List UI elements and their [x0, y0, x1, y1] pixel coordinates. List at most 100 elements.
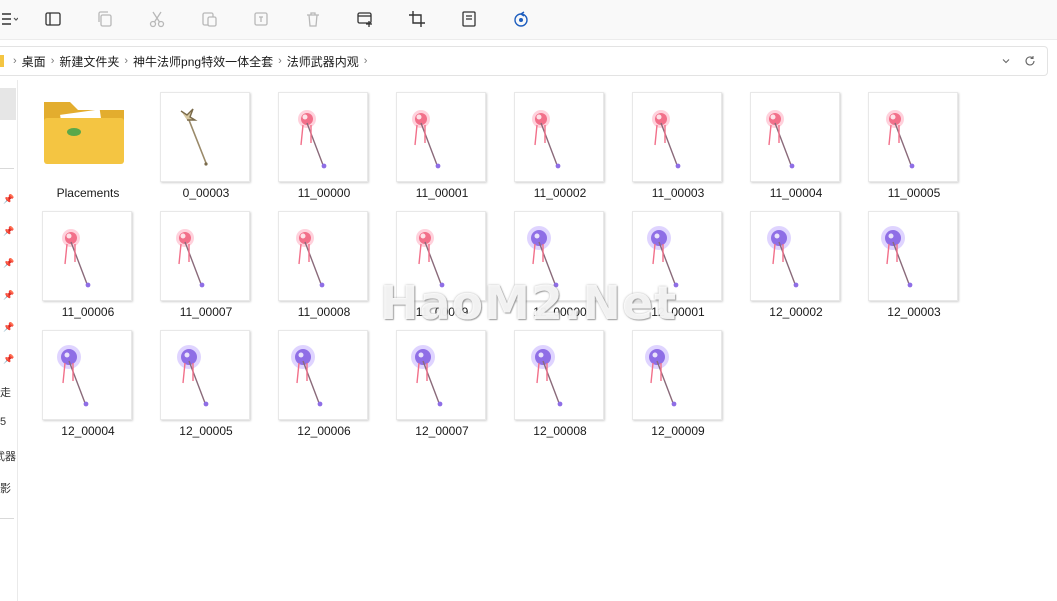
delete-button[interactable]	[298, 6, 328, 32]
file-name-label: 12_00002	[769, 305, 823, 319]
file-name-label: 12_00005	[179, 424, 233, 438]
file-name-label: 11_00000	[297, 186, 351, 200]
menu-icon	[2, 13, 18, 25]
pin-icon: 📌	[3, 354, 15, 364]
image-thumbnail	[396, 92, 486, 182]
image-thumbnail	[632, 92, 722, 182]
image-file-item[interactable]: 12_00002	[744, 199, 848, 319]
file-name-label: 11_00007	[179, 305, 233, 319]
image-file-item[interactable]: 12_00008	[508, 318, 612, 438]
rotate-button[interactable]	[506, 6, 536, 32]
nav-divider	[0, 168, 14, 169]
pin-icon: 📌	[3, 322, 15, 332]
pin-icon: 📌	[3, 290, 15, 300]
rename-icon	[254, 12, 268, 26]
menu-button[interactable]	[0, 6, 24, 32]
rename-button[interactable]	[246, 6, 276, 32]
chevron-right-icon: ›	[50, 55, 55, 67]
nav-item-label[interactable]: 5	[0, 416, 16, 428]
breadcrumb-item-desktop[interactable]: 桌面	[22, 53, 46, 70]
image-file-item[interactable]: 11_00006	[36, 199, 140, 319]
nav-item-label[interactable]: 走	[0, 384, 16, 400]
copy-icon	[98, 11, 112, 27]
rotate-icon	[514, 11, 528, 27]
image-file-item[interactable]: 12_00003	[862, 199, 966, 319]
image-file-item[interactable]: 12_00005	[154, 318, 258, 438]
image-thumbnail	[160, 211, 250, 301]
breadcrumb-item-current[interactable]: 法师武器内观	[287, 53, 359, 70]
pin-icon: 📌	[3, 226, 15, 236]
image-file-item[interactable]: 11_00004	[744, 80, 848, 200]
image-thumbnail	[514, 330, 604, 420]
folder-item[interactable]: Placements	[36, 80, 140, 200]
chevron-right-icon: ›	[124, 55, 129, 67]
breadcrumb-item-new-folder[interactable]: 新建文件夹	[59, 53, 119, 70]
image-file-item[interactable]: 12_00006	[272, 318, 376, 438]
image-file-item[interactable]: 11_00000	[272, 80, 376, 200]
image-file-item[interactable]: 12_00004	[36, 318, 140, 438]
chevron-down-icon	[1002, 59, 1010, 64]
image-thumbnail	[278, 211, 368, 301]
file-name-label: 11_00008	[297, 305, 351, 319]
file-name-label: 12_00004	[61, 424, 115, 438]
image-thumbnail	[278, 330, 368, 420]
image-file-item[interactable]: 11_00005	[862, 80, 966, 200]
image-file-item[interactable]: 12_00007	[390, 318, 494, 438]
address-bar[interactable]: › 桌面 › 新建文件夹 › 神牛法师png特效一体全套 › 法师武器内观 ›	[0, 46, 1048, 76]
image-file-item[interactable]: 11_00003	[626, 80, 730, 200]
copy-button[interactable]	[90, 6, 120, 32]
image-file-item[interactable]: 11_00008	[272, 199, 376, 319]
image-thumbnail	[632, 211, 722, 301]
image-thumbnail	[868, 92, 958, 182]
folder-icon	[0, 55, 4, 67]
breadcrumb-item-set[interactable]: 神牛法师png特效一体全套	[133, 53, 273, 70]
image-thumbnail	[632, 330, 722, 420]
details-pane-button[interactable]	[38, 6, 68, 32]
image-thumbnail	[750, 92, 840, 182]
image-thumbnail	[868, 211, 958, 301]
image-file-item[interactable]: 12_00001	[626, 199, 730, 319]
image-thumbnail	[396, 211, 486, 301]
image-file-item[interactable]: 11_00002	[508, 80, 612, 200]
nav-item-label[interactable]: 武器	[0, 448, 16, 464]
file-name-label: 12_00008	[533, 424, 587, 438]
folder-icon	[40, 88, 130, 168]
history-dropdown-button[interactable]	[996, 51, 1016, 71]
set-wallpaper-button[interactable]	[350, 6, 380, 32]
image-thumbnail	[396, 330, 486, 420]
image-file-item[interactable]: 11_00001	[390, 80, 494, 200]
image-file-item[interactable]: 11_00007	[154, 199, 258, 319]
image-file-item[interactable]: 12_00009	[626, 318, 730, 438]
image-thumbnail	[160, 330, 250, 420]
details-pane-icon	[45, 12, 61, 26]
image-thumbnail	[160, 92, 250, 182]
cut-button[interactable]	[142, 6, 172, 32]
nav-item-label[interactable]: 影	[0, 480, 16, 496]
breadcrumb: › 桌面 › 新建文件夹 › 神牛法师png特效一体全套 › 法师武器内观 ›	[0, 47, 372, 75]
image-thumbnail	[514, 211, 604, 301]
file-name-label: Placements	[56, 186, 120, 200]
file-name-label: 11_00009	[415, 305, 469, 319]
file-name-label: 11_00005	[887, 186, 941, 200]
refresh-icon	[1025, 56, 1035, 66]
navigation-pane: 📌 📌 📌 📌 📌 📌 走 5 武器 影	[0, 80, 18, 601]
refresh-button[interactable]	[1020, 51, 1040, 71]
image-file-item[interactable]: 12_00000	[508, 199, 612, 319]
nav-item-selected[interactable]	[0, 88, 16, 120]
pin-icon: 📌	[3, 194, 15, 204]
image-file-item[interactable]: 0_00003	[154, 80, 258, 200]
crop-icon	[409, 11, 425, 27]
chevron-right-icon: ›	[13, 55, 17, 67]
file-name-label: 11_00001	[415, 186, 469, 200]
print-button[interactable]	[454, 6, 484, 32]
image-file-item[interactable]: 11_00009	[390, 199, 494, 319]
paste-button[interactable]	[194, 6, 224, 32]
pin-icon: 📌	[3, 258, 15, 268]
command-bar	[0, 0, 1057, 40]
crop-button[interactable]	[402, 6, 432, 32]
image-thumbnail	[278, 92, 368, 182]
file-name-label: 12_00003	[887, 305, 941, 319]
delete-icon	[307, 12, 319, 27]
file-name-label: 0_00003	[182, 186, 230, 200]
chevron-right-icon: ›	[278, 55, 282, 67]
